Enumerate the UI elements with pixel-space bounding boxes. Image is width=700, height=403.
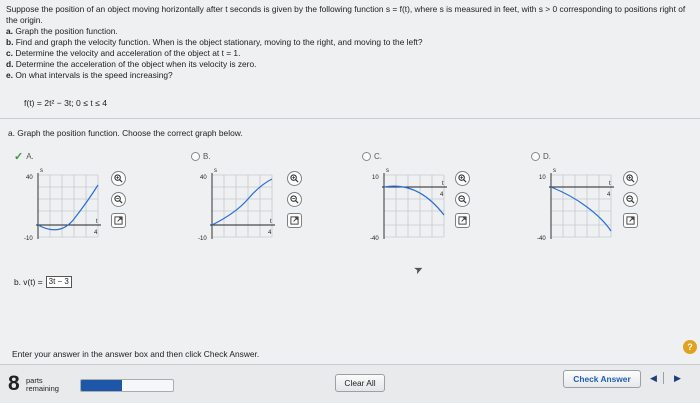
problem-items: a. Graph the position function. b. Find … [6,26,696,81]
x-max-label: 4 [268,230,272,236]
radio-button[interactable] [191,152,200,161]
clear-all-button[interactable]: Clear All [335,374,385,392]
problem-item-d: d. Determine the acceleration of the obj… [6,59,696,70]
choice-a[interactable]: ✓ A. [14,150,34,163]
zoom-out-icon[interactable] [623,192,638,207]
choice-label: D. [543,152,551,161]
velocity-answer-box[interactable]: 3t − 3 [45,276,72,288]
choice-label: A. [26,152,34,161]
item-letter: c. [6,48,13,58]
item-letter: e. [6,70,13,80]
item-letter: d. [6,59,14,69]
instruction-text: Enter your answer in the answer box and … [12,349,260,359]
graph-b: 40 -10 4 s t [198,167,276,242]
checkmark-icon: ✓ [14,150,24,163]
zoom-in-icon[interactable] [455,171,470,186]
s-axis-label: s [40,168,43,174]
part-a-prompt: a. Graph the position function. Choose t… [8,128,243,138]
help-icon[interactable]: ? [683,340,697,354]
problem-item-a: a. Graph the position function. [6,26,696,37]
expand-icon[interactable] [455,213,470,228]
problem-intro: Suppose the position of an object moving… [6,4,686,25]
graph-b-tools [287,171,302,228]
radio-button[interactable] [362,152,371,161]
parts-remaining-text: parts remaining [26,377,59,392]
zoom-in-icon[interactable] [287,171,302,186]
expand-icon[interactable] [111,213,126,228]
y-min-label: -40 [370,236,379,242]
y-max-label: 10 [539,175,546,181]
graph-c: 10 -40 4 s t [370,167,448,242]
graph-a-tools [111,171,126,228]
zoom-out-icon[interactable] [287,192,302,207]
radio-button[interactable] [531,152,540,161]
y-min-label: -10 [24,236,33,242]
y-min-label: -40 [537,236,546,242]
zoom-out-icon[interactable] [455,192,470,207]
s-axis-label: s [214,168,217,174]
problem-item-c: c. Determine the velocity and accelerati… [6,48,696,59]
zoom-out-icon[interactable] [111,192,126,207]
item-text: Determine the velocity and acceleration … [15,48,241,58]
s-axis-label: s [386,168,389,174]
s-axis-label: s [553,168,556,174]
graph-a: 40 -10 4 s t [24,167,102,242]
previous-arrow-icon[interactable]: ◀ [650,373,657,384]
choice-c[interactable]: C. [362,152,382,161]
x-max-label: 4 [94,230,98,236]
choice-label: B. [203,152,211,161]
item-letter: a. [6,26,13,36]
divider [0,118,700,119]
mouse-cursor-icon: ➤ [412,262,426,278]
expand-icon[interactable] [287,213,302,228]
expand-icon[interactable] [623,213,638,228]
remaining-label: remaining [26,383,59,393]
zoom-in-icon[interactable] [111,171,126,186]
item-text: On what intervals is the speed increasin… [15,70,173,80]
part-b: b. v(t) = 3t − 3 [14,276,72,288]
item-letter: b. [6,37,14,47]
y-min-label: -10 [198,236,207,242]
choice-label: C. [374,152,382,161]
y-max-label: 40 [200,175,207,181]
problem-statement: Suppose the position of an object moving… [6,4,696,81]
x-max-label: 4 [607,192,611,198]
zoom-in-icon[interactable] [623,171,638,186]
nav-divider [663,372,664,384]
y-max-label: 40 [26,175,33,181]
x-max-label: 4 [440,192,444,198]
position-curve [383,185,445,216]
choice-b[interactable]: B. [191,152,211,161]
next-arrow-icon[interactable]: ▶ [674,373,681,384]
progress-fill [81,380,123,391]
graph-d-tools [623,171,638,228]
item-text: Find and graph the velocity function. Wh… [15,37,423,47]
position-function: f(t) = 2t² − 3t; 0 ≤ t ≤ 4 [24,98,107,108]
item-text: Determine the acceleration of the object… [15,59,257,69]
part-b-label: b. v(t) = [14,277,43,287]
progress-bar [80,379,174,392]
position-curve [211,178,273,226]
choice-d[interactable]: D. [531,152,551,161]
graph-d: 10 -40 4 s t [537,167,615,242]
item-text: Graph the position function. [15,26,118,36]
check-answer-button[interactable]: Check Answer [563,370,641,388]
parts-remaining-count: 8 [8,372,20,395]
graph-c-tools [455,171,470,228]
position-curve [37,184,99,231]
problem-item-e: e. On what intervals is the speed increa… [6,70,696,81]
y-max-label: 10 [372,175,379,181]
problem-item-b: b. Find and graph the velocity function.… [6,37,696,48]
position-curve [550,186,612,232]
